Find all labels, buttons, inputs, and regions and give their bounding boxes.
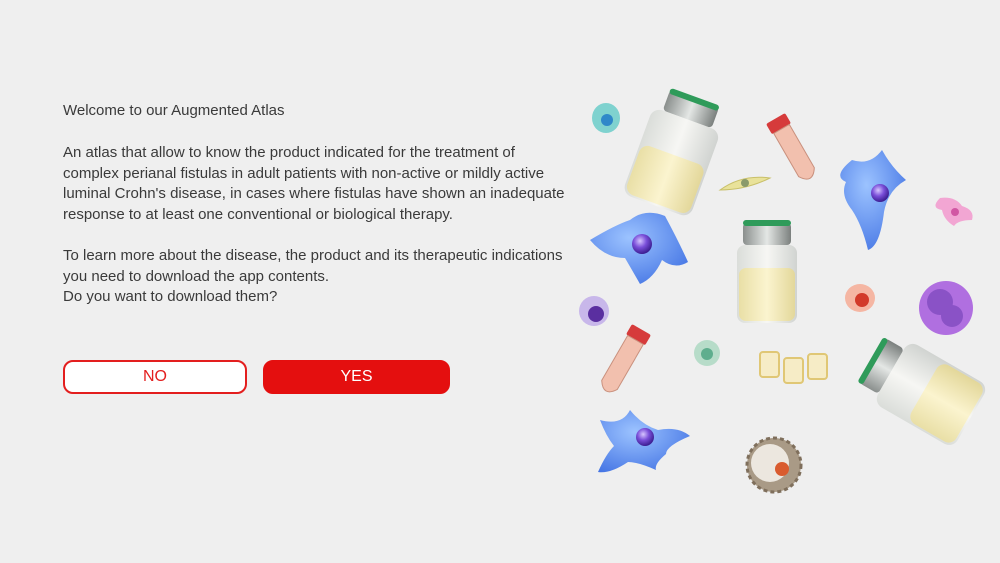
spindle-cell-icon <box>718 176 772 191</box>
dendritic-cell-icon <box>598 410 690 473</box>
test-tube-icon <box>766 113 815 180</box>
yes-button[interactable]: YES <box>263 360 450 394</box>
round-cell-icon <box>845 284 875 312</box>
round-cell-icon <box>592 103 620 133</box>
granular-cell-icon <box>919 281 973 335</box>
welcome-heading: Welcome to our Augmented Atlas <box>63 102 285 119</box>
vial-icon <box>624 88 719 216</box>
cells-illustration <box>579 88 986 494</box>
dendritic-cell-icon <box>840 150 906 250</box>
granular-cell-icon <box>745 436 803 494</box>
vial-icon <box>858 337 986 445</box>
dialog-buttons: NO YES <box>63 360 453 398</box>
vial-icon <box>737 220 797 323</box>
no-button[interactable]: NO <box>63 360 247 394</box>
dendritic-cell-icon <box>590 212 688 284</box>
download-question-text: Do you want to download them? <box>63 288 278 305</box>
test-tube-icon <box>601 324 651 393</box>
intro-section: Welcome to our Augmented Atlas An atlas … <box>63 101 568 308</box>
download-prompt: To learn more about the disease, the pro… <box>63 246 568 308</box>
round-cell-icon <box>579 296 609 326</box>
atlas-description: An atlas that allow to know the product … <box>63 144 565 223</box>
epithelial-cells-icon <box>759 351 828 384</box>
round-cell-icon <box>694 340 720 366</box>
download-info-text: To learn more about the disease, the pro… <box>63 247 563 285</box>
pink-cell-icon <box>935 197 973 226</box>
